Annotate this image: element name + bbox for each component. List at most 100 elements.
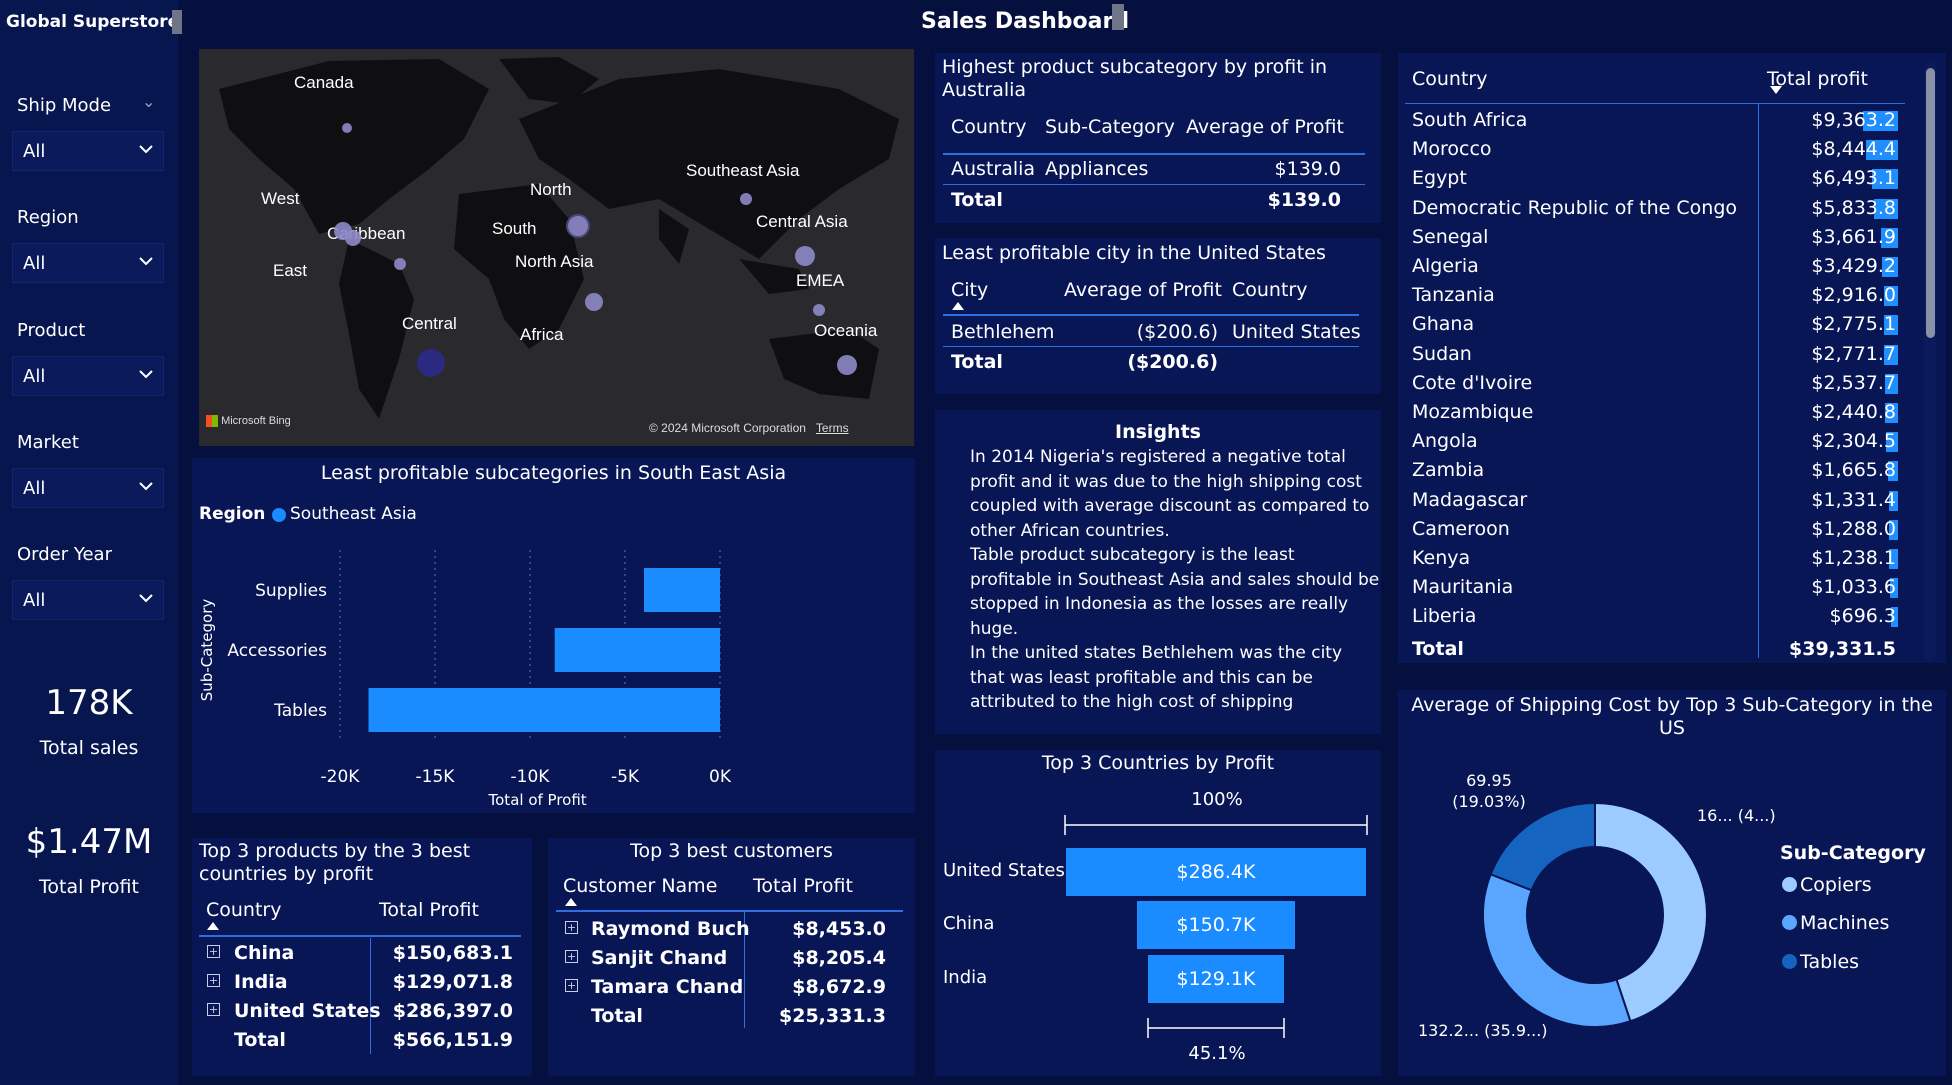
column-header-country[interactable]: Country (951, 116, 1026, 138)
sort-ascending-icon[interactable] (565, 898, 577, 906)
funnel-bar[interactable]: $286.4K (1066, 848, 1366, 896)
region-dropdown[interactable]: All (12, 243, 164, 283)
map-bubble-central[interactable] (417, 349, 445, 377)
map-bubble-caribbean[interactable] (345, 230, 361, 246)
bar-supplies[interactable] (644, 568, 720, 612)
column-header-total-profit[interactable]: Total profit (1767, 68, 1868, 90)
column-header-country[interactable]: Country (1232, 279, 1307, 301)
product-country-india: India (234, 971, 288, 993)
order-year-dropdown[interactable]: All (12, 580, 164, 620)
country-profit: $696.3 (1829, 605, 1896, 628)
funnel-category-label: India (943, 967, 988, 988)
donut-title: Average of Shipping Cost by Top 3 Sub-Ca… (1411, 694, 1933, 739)
subcat-average-profit: $139.0 (1274, 158, 1341, 180)
bar-tables[interactable] (368, 688, 721, 732)
terms-link[interactable]: Terms (816, 421, 849, 435)
sort-descending-icon[interactable] (1770, 86, 1782, 94)
total-sales-label: Total sales (39, 737, 139, 759)
country-profit: $1,331.4 (1811, 488, 1896, 511)
column-header-sub-category[interactable]: Sub-Category (1045, 116, 1175, 138)
column-header-average-profit[interactable]: Average of Profit (1186, 116, 1344, 138)
shipping-donut-chart (1482, 801, 1708, 1028)
product-country-china: China (234, 942, 295, 964)
microsoft-logo-icon (206, 415, 218, 428)
country-profit: $6,493.1 (1811, 167, 1896, 190)
country-name: Mozambique (1412, 401, 1534, 423)
expand-icon[interactable]: + (565, 950, 578, 963)
donut-slice-tables[interactable] (1489, 801, 1596, 892)
subcat-name: Appliances (1045, 158, 1149, 180)
map-label-west: West (261, 189, 300, 208)
map-bubble-southeast-asia[interactable] (740, 193, 752, 205)
sort-ascending-icon[interactable] (952, 302, 964, 310)
ship-mode-dropdown[interactable]: All (12, 131, 164, 171)
total-sales-value: 178K (45, 683, 133, 723)
city-average-profit: ($200.6) (1136, 321, 1218, 343)
x-tick-label: -15K (416, 767, 456, 787)
country-name: Egypt (1412, 167, 1467, 190)
country-name: Liberia (1412, 605, 1477, 628)
customer-name: Tamara Chand (591, 976, 744, 998)
scrollbar-thumb[interactable] (1926, 68, 1935, 338)
map-bubble-africa[interactable] (585, 293, 603, 311)
map-bubble-east[interactable] (394, 258, 406, 270)
map-bubble-central-asia[interactable] (795, 246, 815, 266)
title-accent-bar (1112, 4, 1124, 30)
map-bubble-canada[interactable] (342, 123, 352, 133)
header-divider (556, 910, 903, 912)
map-bubble-oceania[interactable] (837, 355, 857, 375)
country-profit: $2,304.5 (1811, 430, 1896, 453)
insights-text: In 2014 Nigeria's registered a negative … (970, 447, 1380, 712)
column-header-total-profit[interactable]: Total Profit (753, 875, 853, 897)
map-bubble-emea[interactable] (813, 304, 825, 316)
y-category-label: Accessories (227, 641, 327, 661)
map-label-east: East (273, 261, 308, 280)
column-header-city[interactable]: City (951, 279, 988, 301)
funnel-bar[interactable]: $129.1K (1148, 955, 1284, 1003)
donut-label-machines: 132.2... (35.9...) (1418, 1021, 1548, 1040)
total-profit-value: $1.47M (25, 822, 153, 862)
expand-icon[interactable]: + (207, 945, 220, 958)
country-profit: $1,288.0 (1811, 517, 1896, 540)
chevron-down-icon (139, 370, 153, 379)
top3-customers-title: Top 3 best customers (630, 840, 833, 862)
country-name: Senegal (1412, 225, 1489, 248)
expand-icon[interactable]: + (565, 979, 578, 992)
funnel-bottom-bracket (1147, 1018, 1285, 1038)
bar-accessories[interactable] (554, 628, 720, 672)
map-label-oceania: Oceania (814, 321, 878, 340)
funnel-bar[interactable]: $150.7K (1137, 901, 1295, 949)
expand-icon[interactable]: + (565, 921, 578, 934)
dropdown-value: All (23, 253, 46, 274)
legend-item[interactable]: Southeast Asia (290, 504, 417, 524)
subcat-total-value: $139.0 (1267, 189, 1341, 211)
product-country-us: United States (234, 1000, 381, 1022)
header-divider (199, 935, 521, 937)
sort-ascending-icon[interactable] (207, 922, 219, 930)
column-header-average-profit[interactable]: Average of Profit (1064, 279, 1222, 301)
market-dropdown[interactable]: All (12, 468, 164, 508)
funnel-category-label: United States (943, 860, 1065, 881)
country-profit: $2,916.0 (1811, 284, 1896, 307)
expand-icon[interactable]: + (207, 974, 220, 987)
row-divider (943, 184, 1365, 185)
header-divider (943, 314, 1359, 316)
column-header-customer-name[interactable]: Customer Name (563, 875, 717, 897)
region-map[interactable]: Canada West Caribbean East North South N… (199, 49, 914, 446)
map-bubble-south[interactable] (566, 214, 590, 238)
column-header-country[interactable]: Country (206, 899, 281, 921)
city-country: United States (1232, 321, 1361, 343)
product-dropdown[interactable]: All (12, 356, 164, 396)
legend-item-machines[interactable]: Machines (1800, 912, 1889, 934)
customers-total-value: $25,331.3 (779, 1005, 886, 1027)
donut-slice-machines[interactable] (1482, 872, 1632, 1028)
highest-subcategory-title: Highest product subcategory by profit in… (942, 56, 1328, 101)
products-total-value: $566,151.9 (392, 1029, 513, 1051)
chevron-down-icon[interactable]: ⌄ (142, 92, 155, 111)
expand-icon[interactable]: + (207, 1003, 220, 1016)
page-title: Sales Dashboard (921, 9, 1130, 34)
legend-item-copiers[interactable]: Copiers (1800, 874, 1872, 896)
column-header-total-profit[interactable]: Total Profit (379, 899, 479, 921)
column-header-country[interactable]: Country (1412, 68, 1487, 90)
legend-item-tables[interactable]: Tables (1800, 951, 1859, 973)
